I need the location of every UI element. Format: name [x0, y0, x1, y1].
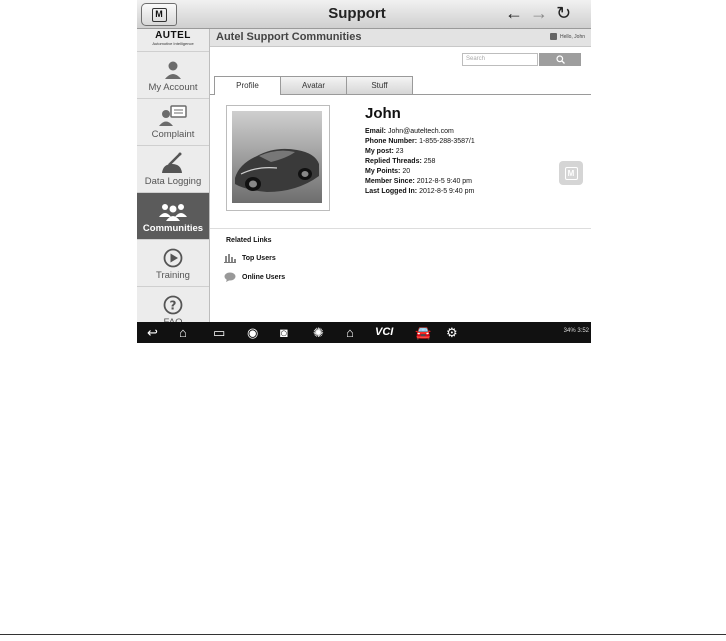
search-input[interactable]: Search: [462, 53, 538, 66]
sidebar-item-communities[interactable]: Communities: [137, 193, 209, 240]
question-icon: ?: [163, 293, 183, 315]
sidebar-item-training[interactable]: Training: [137, 240, 209, 287]
home-button[interactable]: M: [141, 3, 177, 26]
logo-brand: AUTEL: [155, 30, 191, 41]
refresh-icon[interactable]: ↻: [556, 4, 571, 22]
profile-email-row: Email: John@auteltech.com: [365, 128, 454, 135]
communities-icon: [158, 199, 188, 221]
sidebar: AUTEL Automotive Intelligence My Account…: [137, 29, 210, 328]
car-icon[interactable]: 🚘: [415, 325, 431, 340]
profile-points-row: My Points: 20: [365, 168, 411, 175]
sidebar-item-label: Complaint: [151, 128, 195, 140]
page-title: Support: [328, 5, 386, 22]
online-users-label: Online Users: [242, 273, 286, 281]
search-icon: [555, 55, 565, 64]
profile-member-row: Member Since: 2012-8-5 9:40 pm: [365, 178, 473, 185]
play-icon: [163, 246, 183, 268]
sidebar-item-label: Data Logging: [144, 175, 202, 187]
android-nav-bar: ↩ ⌂ ▭ ◉ ◙ ✺ ⌂ VCI 🚘 ⚙ 34% 3:52: [137, 322, 591, 343]
profile-last-row: Last Logged In: 2012-8-5 9:40 pm: [365, 188, 475, 195]
home-icon[interactable]: ⌂: [179, 325, 187, 340]
tab-profile[interactable]: Profile: [214, 76, 281, 95]
sidebar-item-label: My Account: [148, 81, 198, 93]
sidebar-item-label: Training: [156, 269, 190, 281]
vci-icon[interactable]: VCI: [375, 325, 393, 340]
related-links-title: Related Links: [226, 237, 272, 244]
divider: [210, 228, 591, 229]
data-logging-icon: [160, 152, 186, 174]
profile-phone-row: Phone Number: 1-855-288-3587/1: [365, 138, 475, 145]
top-users-link[interactable]: Top Users: [224, 253, 276, 263]
page-footer-line: [0, 634, 726, 635]
main-header: Autel Support Communities Hello, John: [210, 29, 591, 47]
profile-post-row: My post: 23: [365, 148, 404, 155]
profile-replied-row: Replied Threads: 258: [365, 158, 436, 165]
main-title: Autel Support Communities: [216, 31, 362, 43]
bar-chart-icon: [224, 254, 236, 263]
search-button[interactable]: [539, 53, 581, 66]
svg-text:?: ?: [170, 298, 177, 312]
profile-details: John Email: John@auteltech.com Phone Num…: [365, 105, 475, 197]
back-icon[interactable]: ↩: [147, 325, 158, 340]
user-badge-icon: [549, 33, 557, 40]
hello-user[interactable]: Hello, John: [549, 33, 585, 40]
tab-stuff[interactable]: Stuff: [346, 76, 413, 94]
autel-logo: AUTEL Automotive Intelligence: [137, 31, 209, 52]
top-bar: M Support ← → ↻: [137, 0, 591, 29]
m-logo-icon: M: [564, 166, 578, 180]
top-users-label: Top Users: [242, 254, 276, 262]
chat-bubble-icon: [224, 272, 236, 282]
sidebar-item-my-account[interactable]: My Account: [137, 52, 209, 99]
profile-tabs: Profile Avatar Stuff: [210, 76, 591, 95]
avatar-photo: [226, 105, 330, 211]
brightness-icon[interactable]: ✺: [313, 325, 324, 340]
sidebar-item-complaint[interactable]: Complaint: [137, 99, 209, 146]
profile-name: John: [365, 105, 401, 122]
user-icon: [164, 58, 182, 80]
complaint-icon: [158, 104, 188, 127]
camera-icon[interactable]: ◙: [280, 325, 288, 340]
sidebar-item-data-logging[interactable]: Data Logging: [137, 146, 209, 193]
status-area: 34% 3:52: [563, 328, 589, 334]
recent-apps-icon[interactable]: ▭: [213, 325, 225, 340]
online-users-link[interactable]: Online Users: [224, 272, 285, 282]
maxifix-icon[interactable]: ⌂: [346, 325, 354, 340]
home-m-icon: M: [151, 7, 167, 22]
hello-text: Hello, John: [559, 33, 585, 40]
browser-icon[interactable]: ◉: [247, 325, 258, 340]
forward-arrow-icon[interactable]: →: [530, 4, 548, 22]
sidebar-item-label: Communities: [142, 222, 204, 234]
m-shortcut-button[interactable]: M: [559, 161, 583, 185]
service-icon[interactable]: ⚙: [446, 325, 458, 340]
main-panel: Autel Support Communities Hello, John Se…: [210, 29, 591, 322]
tab-avatar[interactable]: Avatar: [280, 76, 347, 94]
logo-tagline: Automotive Intelligence: [152, 41, 194, 46]
tablet-screen: M Support ← → ↻ AUTEL Automotive Intelli…: [137, 0, 591, 343]
back-arrow-icon[interactable]: ←: [505, 4, 523, 22]
